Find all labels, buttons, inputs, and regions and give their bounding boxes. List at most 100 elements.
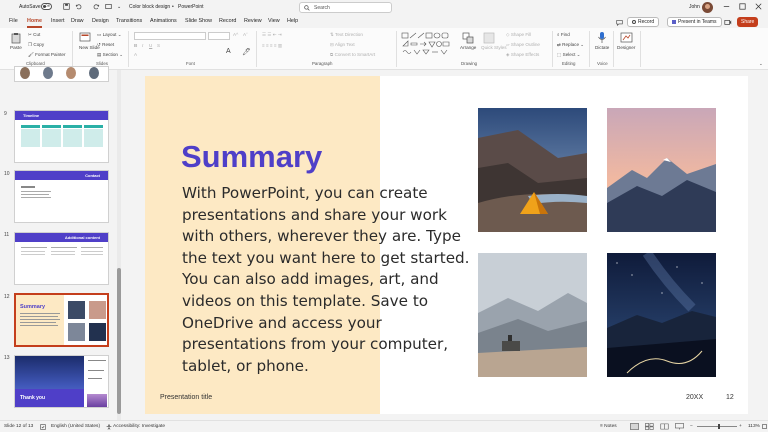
reading-view-icon[interactable] [660, 423, 669, 430]
convert-smartart-button[interactable]: ⧉ Convert to SmartArt [330, 52, 375, 57]
arrange-label[interactable]: Arrange [460, 45, 476, 50]
font-name-select[interactable] [134, 32, 206, 40]
slide-thumbnail[interactable]: Additional content [14, 232, 109, 285]
tab-help[interactable]: Help [287, 18, 298, 24]
shapes-gallery-icon[interactable] [401, 32, 455, 56]
spelling-icon[interactable] [40, 424, 46, 430]
microphone-icon[interactable] [597, 31, 607, 44]
slide-thumbnail-selected[interactable]: Summary [14, 293, 109, 347]
zoom-slider[interactable] [697, 426, 737, 427]
tab-draw[interactable]: Draw [71, 18, 84, 24]
tab-review[interactable]: Review [244, 18, 262, 24]
normal-view-icon[interactable] [630, 423, 639, 430]
tab-animations[interactable]: Animations [150, 18, 177, 24]
search-box[interactable]: Search [299, 2, 392, 13]
minimize-icon[interactable] [722, 2, 731, 11]
tab-slide-show[interactable]: Slide Show [185, 18, 212, 24]
undo-icon[interactable] [75, 3, 82, 10]
tab-file[interactable]: File [9, 18, 18, 24]
align-icons[interactable]: ≡ ≡ ≡ ≡ ▥ [262, 43, 282, 49]
accessibility-status[interactable]: Accessibility: Investigate [113, 424, 165, 429]
shape-outline-button[interactable]: ▱ Shape Outline [506, 42, 540, 48]
shape-fill-button[interactable]: ◇ Shape Fill [506, 32, 531, 38]
slide-thumbnail[interactable] [14, 66, 109, 82]
new-slide-icon[interactable] [79, 32, 91, 42]
increase-font-icon[interactable]: A^ [233, 32, 238, 37]
start-from-beginning-icon[interactable] [105, 3, 112, 10]
maximize-icon[interactable] [738, 2, 747, 11]
photo-night-road[interactable] [607, 253, 716, 377]
accessibility-icon[interactable] [106, 424, 112, 430]
camera-icon[interactable] [724, 18, 732, 26]
clear-formatting-icon[interactable]: A [226, 48, 231, 55]
reset-button[interactable]: ↺ Reset [97, 42, 114, 48]
shape-effects-button[interactable]: ◈ Shape Effects [506, 52, 539, 58]
align-text-button[interactable]: ⊟ Align Text [330, 42, 355, 48]
decrease-font-icon[interactable]: Aˇ [243, 32, 248, 37]
present-in-teams-button[interactable]: Present in Teams [667, 17, 722, 27]
slide-thumbnail[interactable]: Thank you [14, 355, 109, 408]
section-button[interactable]: ▤ Section ⌄ [97, 52, 123, 58]
arrange-icon[interactable] [462, 32, 474, 44]
close-icon[interactable] [754, 2, 763, 11]
tab-home[interactable]: Home [27, 18, 42, 24]
layout-button[interactable]: ▭ Layout ⌄ [97, 32, 122, 38]
tab-insert[interactable]: Insert [51, 18, 64, 24]
quick-styles-label[interactable]: Quick Styles [481, 45, 507, 50]
text-direction-button[interactable]: ⇅ Text Direction [330, 32, 363, 38]
thumb-line [21, 254, 45, 255]
comments-icon[interactable] [616, 19, 623, 26]
slide-body-text[interactable]: With PowerPoint, you can create presenta… [182, 183, 472, 377]
tab-view[interactable]: View [268, 18, 280, 24]
slide-thumbnail[interactable]: Contact [14, 170, 109, 223]
footer-date[interactable]: 20XX [686, 394, 703, 401]
slide-thumbnail[interactable]: Timeline [14, 110, 109, 163]
zoom-slider-thumb[interactable] [718, 424, 720, 429]
redo-icon[interactable] [93, 3, 100, 10]
font-color-icon[interactable]: A [134, 52, 137, 57]
tab-record[interactable]: Record [219, 18, 236, 24]
tab-design[interactable]: Design [92, 18, 109, 24]
footer-slide-number[interactable]: 12 [726, 394, 734, 401]
thumbnails-scrollbar-thumb[interactable] [117, 268, 121, 414]
strikethrough-icon[interactable]: S [157, 43, 160, 48]
font-size-select[interactable] [208, 32, 230, 40]
slide-title[interactable]: Summary [181, 139, 322, 175]
tab-transitions[interactable]: Transitions [116, 18, 142, 24]
zoom-out-button[interactable]: − [690, 424, 693, 429]
bullets-icon[interactable]: ☰ ☰ ⇤ ⇥ [262, 32, 282, 38]
paste-label[interactable]: Paste [10, 45, 22, 50]
footer-presentation-title[interactable]: Presentation title [160, 394, 212, 401]
share-button[interactable]: Share [737, 17, 759, 27]
zoom-level[interactable]: 113% [748, 424, 760, 429]
quick-styles-icon[interactable] [483, 32, 495, 44]
designer-icon[interactable] [620, 31, 633, 44]
collapse-ribbon-icon[interactable]: ⌄ [759, 61, 763, 67]
find-button[interactable]: ⌕ Find [557, 32, 570, 37]
save-icon[interactable] [63, 3, 70, 10]
format-painter-button[interactable]: 🖌 Format Painter [28, 52, 66, 58]
zoom-in-button[interactable]: + [739, 424, 742, 429]
copy-button[interactable]: ❐ Copy [28, 42, 44, 48]
fit-slide-icon[interactable] [762, 424, 767, 429]
paste-icon[interactable] [10, 32, 22, 44]
photo-van[interactable] [478, 253, 587, 377]
record-button[interactable]: Record [627, 17, 660, 27]
user-avatar[interactable] [702, 2, 713, 13]
bold-icon[interactable]: B [134, 43, 137, 48]
qat-more-icon[interactable]: ⌄ [117, 4, 121, 10]
highlight-icon[interactable]: 🖊 [242, 48, 251, 56]
underline-icon[interactable]: U [149, 43, 152, 48]
select-button[interactable]: ⬚ Select ⌄ [557, 52, 581, 58]
dictate-label[interactable]: Dictate [595, 45, 609, 50]
photo-pink-mountains[interactable] [607, 108, 716, 232]
photo-tent[interactable] [478, 108, 587, 232]
language[interactable]: English (United States) [51, 424, 100, 429]
notes-button[interactable]: ≡ Notes [600, 424, 617, 429]
italic-icon[interactable]: I [142, 43, 143, 48]
replace-button[interactable]: ⇄ Replace ⌄ [557, 42, 584, 48]
slide-sorter-icon[interactable] [645, 423, 654, 430]
designer-label[interactable]: Designer [617, 45, 635, 50]
cut-button[interactable]: ✂ Cut [28, 32, 40, 38]
slide-show-icon[interactable] [675, 423, 684, 430]
